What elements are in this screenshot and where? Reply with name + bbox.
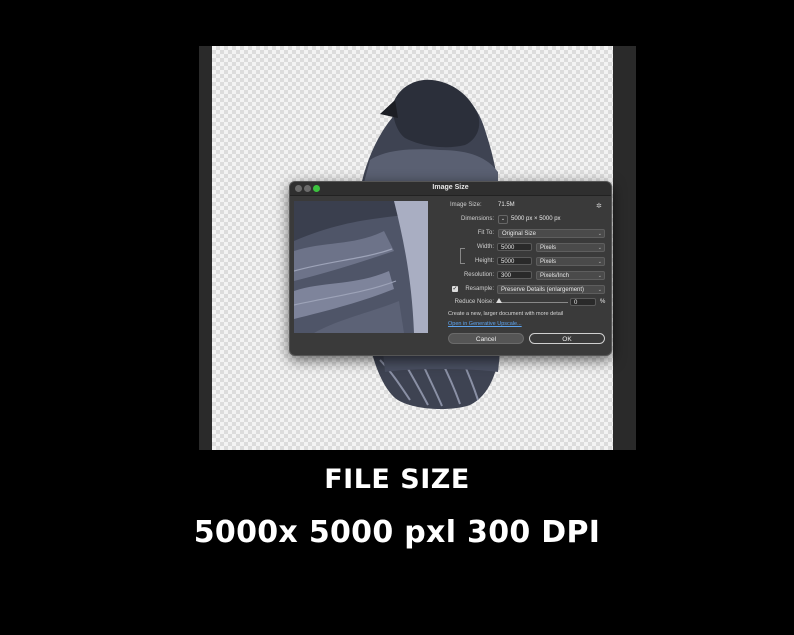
dialog-titlebar[interactable]: Image Size bbox=[290, 182, 611, 196]
width-unit-select[interactable]: Pixels ⌄ bbox=[536, 243, 605, 252]
width-unit-value: Pixels bbox=[540, 245, 557, 251]
caption-file-size: FILE SIZE bbox=[324, 464, 470, 495]
resample-label: Resample: bbox=[465, 286, 494, 292]
dimensions-label: Dimensions: bbox=[460, 216, 494, 222]
chevron-down-icon: ⌄ bbox=[597, 273, 602, 279]
height-unit-value: Pixels bbox=[540, 259, 557, 265]
resolution-label: Resolution: bbox=[463, 272, 494, 278]
image-size-value: 71.5M bbox=[498, 202, 515, 208]
reduce-noise-label: Reduce Noise: bbox=[454, 299, 494, 305]
width-field[interactable]: 5000 bbox=[497, 243, 532, 251]
resolution-unit-select[interactable]: Pixels/Inch ⌄ bbox=[536, 271, 605, 280]
width-label: Width: bbox=[476, 244, 494, 250]
reduce-noise-slider-track[interactable] bbox=[498, 302, 568, 303]
chevron-down-icon: ⌄ bbox=[597, 287, 602, 293]
reduce-noise-slider-thumb[interactable] bbox=[496, 298, 502, 303]
fit-to-label: Fit To: bbox=[477, 230, 494, 236]
image-size-label: Image Size: bbox=[450, 202, 482, 208]
fit-to-select[interactable]: Original Size ⌄ bbox=[498, 229, 605, 238]
feather-preview-image bbox=[294, 201, 428, 333]
height-label: Height: bbox=[474, 258, 494, 264]
dimensions-unit-dropdown[interactable]: ⌄ bbox=[498, 215, 508, 224]
resolution-unit-value: Pixels/Inch bbox=[540, 273, 570, 279]
resample-value: Preserve Details (enlargement) bbox=[501, 287, 585, 293]
image-size-dialog: Image Size Image Size: 71.5M ✲ Dimension… bbox=[289, 181, 612, 356]
resample-select[interactable]: Preserve Details (enlargement) ⌄ bbox=[497, 285, 605, 294]
chevron-down-icon: ⌄ bbox=[597, 231, 602, 237]
caption-dimensions: 5000x 5000 pxl 300 DPI bbox=[193, 515, 601, 550]
reduce-noise-field[interactable]: 0 bbox=[570, 298, 596, 306]
reduce-noise-unit: % bbox=[600, 299, 606, 305]
resolution-field[interactable]: 300 bbox=[497, 271, 532, 279]
image-preview[interactable] bbox=[294, 201, 428, 333]
fit-to-value: Original Size bbox=[502, 231, 537, 237]
chevron-down-icon: ⌄ bbox=[597, 259, 602, 265]
generative-upscale-link[interactable]: Open in Generative Upscale... bbox=[448, 321, 522, 327]
dimensions-value: 5000 px × 5000 px bbox=[511, 216, 561, 222]
cancel-button[interactable]: Cancel bbox=[448, 333, 524, 344]
chevron-down-icon: ⌄ bbox=[597, 245, 602, 251]
generative-upscale-note: Create a new, larger document with more … bbox=[448, 311, 564, 317]
height-unit-select[interactable]: Pixels ⌄ bbox=[536, 257, 605, 266]
ok-button[interactable]: OK bbox=[529, 333, 605, 344]
height-field[interactable]: 5000 bbox=[497, 257, 532, 265]
gear-icon[interactable]: ✲ bbox=[596, 202, 602, 210]
dialog-title: Image Size bbox=[432, 184, 469, 191]
resample-checkbox[interactable]: ✓ bbox=[452, 286, 458, 292]
